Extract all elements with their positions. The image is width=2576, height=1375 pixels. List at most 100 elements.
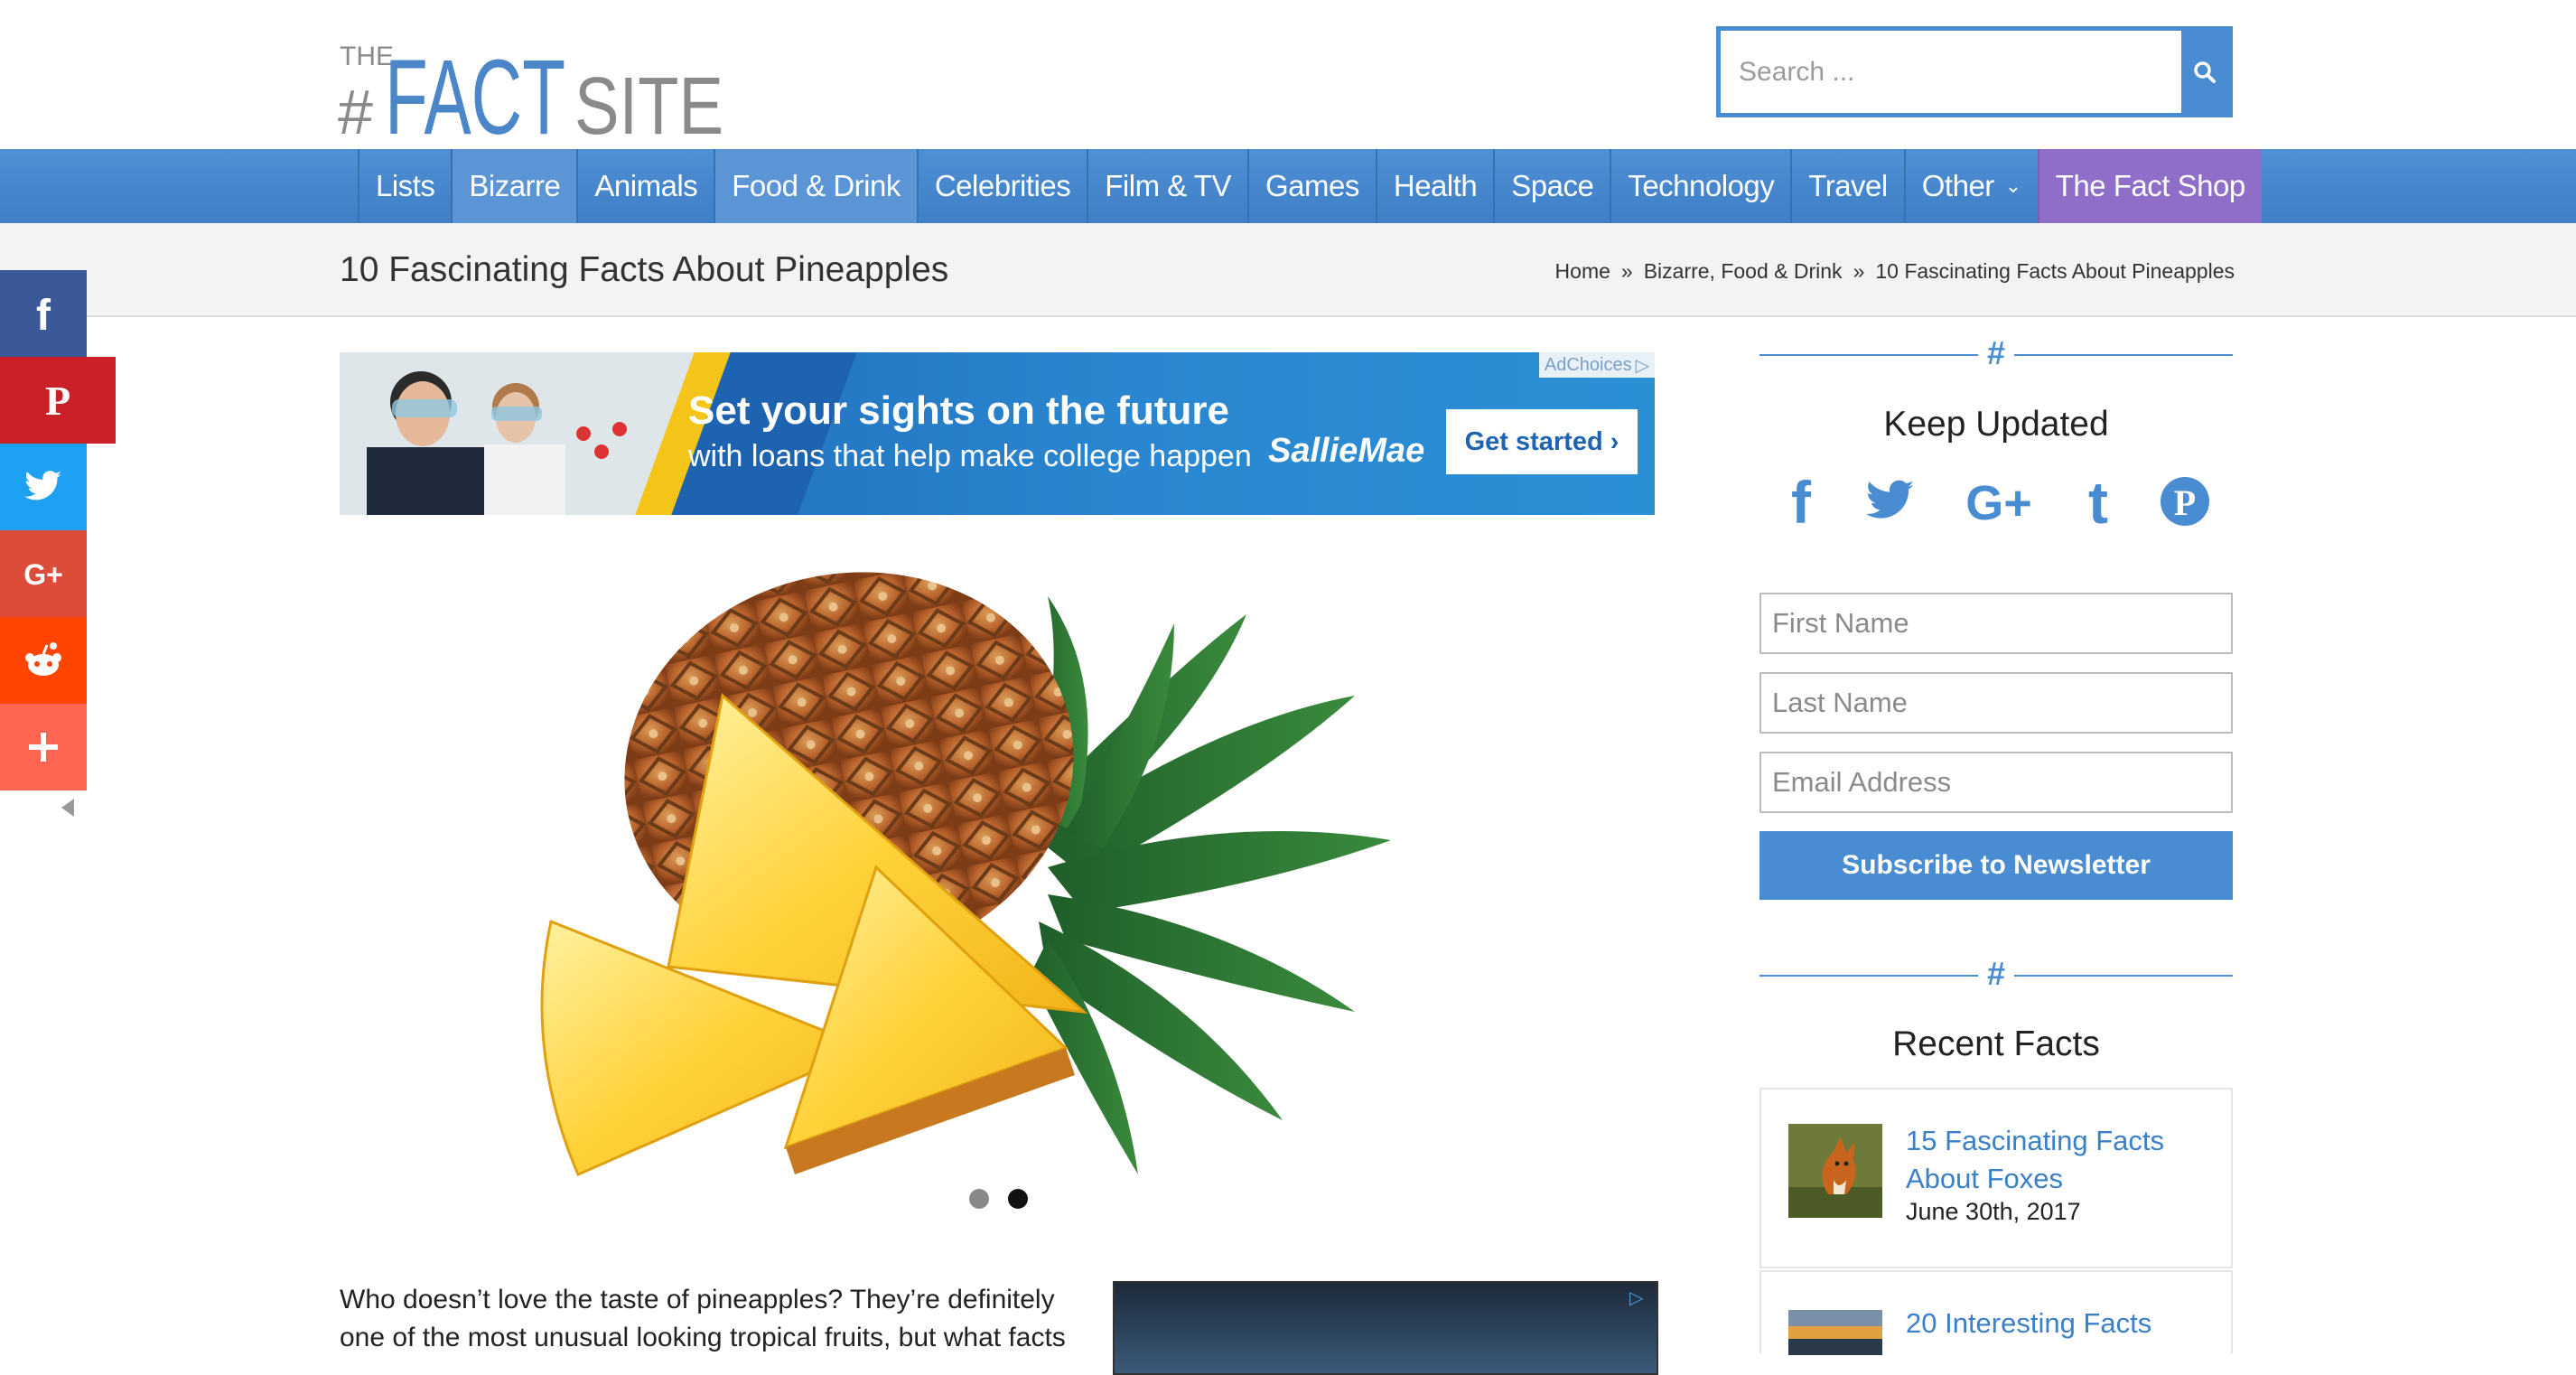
share-more-button[interactable] (0, 704, 87, 790)
search-input[interactable] (1721, 31, 2183, 113)
twitter-icon[interactable] (1863, 478, 1918, 525)
nav-label: Bizarre (469, 169, 561, 202)
search-form (1716, 26, 2233, 117)
recent-facts-heading: Recent Facts (1892, 1024, 2100, 1063)
chevron-down-icon: ⌄ (2004, 174, 2021, 197)
search-icon (2194, 61, 2216, 83)
svg-text:f: f (36, 292, 51, 335)
recent-fact-title[interactable]: 20 Interesting Facts (1906, 1305, 2213, 1342)
search-button[interactable] (2181, 31, 2228, 113)
ad-cta-button[interactable]: Get started › (1446, 409, 1638, 474)
title-bar: 10 Fascinating Facts About Pineapples Ho… (0, 223, 2576, 317)
nav-label: Technology (1628, 169, 1775, 202)
main-nav: Lists Bizarre Animals Food & Drink Celeb… (0, 149, 2576, 223)
subscribe-button[interactable]: Subscribe to Newsletter (1759, 831, 2233, 900)
recent-fact-title[interactable]: 15 Fascinating Facts About Foxes (1906, 1122, 2213, 1198)
svg-text:G+: G+ (23, 558, 63, 591)
slider-dot-active[interactable] (1008, 1189, 1028, 1209)
nav-item-animals[interactable]: Animals (576, 149, 714, 223)
article-intro: Who doesn’t love the taste of pineapples… (340, 1285, 1066, 1352)
logo-fact: FACT (385, 38, 565, 138)
collapse-arrow-icon[interactable] (61, 799, 74, 817)
nav-item-technology[interactable]: Technology (1610, 149, 1790, 223)
social-follow-row: f G+ t P (1759, 461, 2233, 542)
ad-choices-icon: ▷ (1635, 355, 1649, 376)
inline-ad[interactable]: ▷ (1113, 1281, 1658, 1375)
hash-icon: # (1978, 334, 2014, 372)
share-facebook-button[interactable]: f (0, 270, 87, 357)
svg-text:G+: G+ (1965, 476, 2032, 528)
nav-item-other[interactable]: Other ⌄ (1903, 149, 2038, 223)
first-name-field[interactable] (1759, 593, 2233, 654)
nav-label: Space (1511, 169, 1594, 202)
ad-headline: Set your sights on the future (688, 388, 1229, 433)
breadcrumb-home[interactable]: Home (1555, 259, 1610, 284)
recent-fact-item[interactable]: 20 Interesting Facts (1759, 1270, 2233, 1355)
nav-label: Food & Drink (732, 169, 901, 202)
breadcrumb-current: 10 Fascinating Facts About Pineapples (1875, 259, 2235, 283)
nav-item-space[interactable]: Space (1493, 149, 1610, 223)
nav-label: Games (1265, 169, 1359, 202)
slider-dot[interactable] (969, 1189, 989, 1209)
ad-brand-logo: SallieMae (1268, 432, 1425, 470)
nav-item-games[interactable]: Games (1246, 149, 1376, 223)
nav-item-health[interactable]: Health (1375, 149, 1493, 223)
share-reddit-button[interactable] (0, 617, 87, 704)
nav-label: Health (1393, 169, 1478, 202)
facebook-icon[interactable]: f (1781, 472, 1821, 530)
logo-hash: # (338, 77, 373, 138)
nav-item-lists[interactable]: Lists (358, 149, 451, 223)
nav-item-travel[interactable]: Travel (1790, 149, 1903, 223)
nav-item-food-drink[interactable]: Food & Drink (714, 149, 917, 223)
google-plus-icon[interactable]: G+ (1960, 474, 2038, 528)
keep-updated-heading: Keep Updated (1883, 405, 2109, 444)
nav-label: Travel (1808, 169, 1888, 202)
svg-text:P: P (45, 379, 70, 422)
breadcrumb-category[interactable]: Bizarre, Food & Drink (1644, 259, 1843, 284)
pinterest-icon: P (45, 379, 70, 422)
nav-item-bizarre[interactable]: Bizarre (451, 149, 577, 223)
svg-text:P: P (2174, 482, 2196, 523)
recent-fact-date: June 30th, 2017 (1906, 1198, 2081, 1225)
share-pinterest-button[interactable]: P (0, 357, 116, 444)
reddit-icon (25, 642, 61, 676)
tumblr-icon[interactable]: t (2080, 472, 2116, 530)
nav-label: Animals (594, 169, 698, 202)
nav-label: Lists (376, 169, 435, 202)
twitter-icon (24, 471, 61, 500)
recent-fact-item[interactable]: 15 Fascinating Facts About Foxes June 30… (1759, 1088, 2233, 1268)
email-field[interactable] (1759, 752, 2233, 813)
thumbnail-image (1788, 1310, 1882, 1355)
svg-text:t: t (2088, 472, 2108, 530)
hash-icon: # (1978, 955, 2014, 993)
ad-choices-icon[interactable]: ▷ (1629, 1286, 1653, 1310)
site-logo[interactable]: THE # FACT SITE (338, 25, 726, 157)
share-google-plus-button[interactable]: G+ (0, 530, 87, 617)
ad-choices-badge[interactable]: AdChoices ▷ (1538, 352, 1655, 378)
fox-thumbnail (1788, 1124, 1882, 1218)
logo-site: SITE (574, 61, 723, 138)
google-plus-icon: G+ (23, 558, 63, 591)
hero-image (488, 542, 1608, 1193)
nav-item-fact-shop[interactable]: The Fact Shop (2037, 149, 2262, 223)
ad-choices-label: AdChoices (1544, 354, 1632, 375)
page-title: 10 Fascinating Facts About Pineapples (340, 250, 949, 289)
facebook-icon: f (36, 292, 51, 335)
nav-item-film-tv[interactable]: Film & TV (1087, 149, 1247, 223)
svg-text:f: f (1791, 472, 1812, 530)
breadcrumb-separator: » (1853, 259, 1865, 283)
pineapple-image (540, 572, 1391, 1176)
breadcrumb: Home » Bizarre, Food & Drink » 10 Fascin… (1555, 259, 2235, 284)
nav-label: Celebrities (934, 169, 1071, 202)
plus-icon (29, 733, 58, 762)
last-name-field[interactable] (1759, 672, 2233, 734)
nav-item-celebrities[interactable]: Celebrities (916, 149, 1087, 223)
share-twitter-button[interactable] (0, 444, 87, 530)
ad-subheadline: with loans that help make college happen (688, 439, 1252, 473)
nav-label: Film & TV (1105, 169, 1231, 202)
pinterest-icon[interactable]: P (2159, 475, 2211, 528)
nav-label: The Fact Shop (2055, 169, 2245, 202)
ad-banner[interactable]: Set your sights on the future with loans… (340, 352, 1655, 515)
nav-label: Other (1921, 169, 1995, 202)
breadcrumb-separator: » (1620, 259, 1633, 283)
